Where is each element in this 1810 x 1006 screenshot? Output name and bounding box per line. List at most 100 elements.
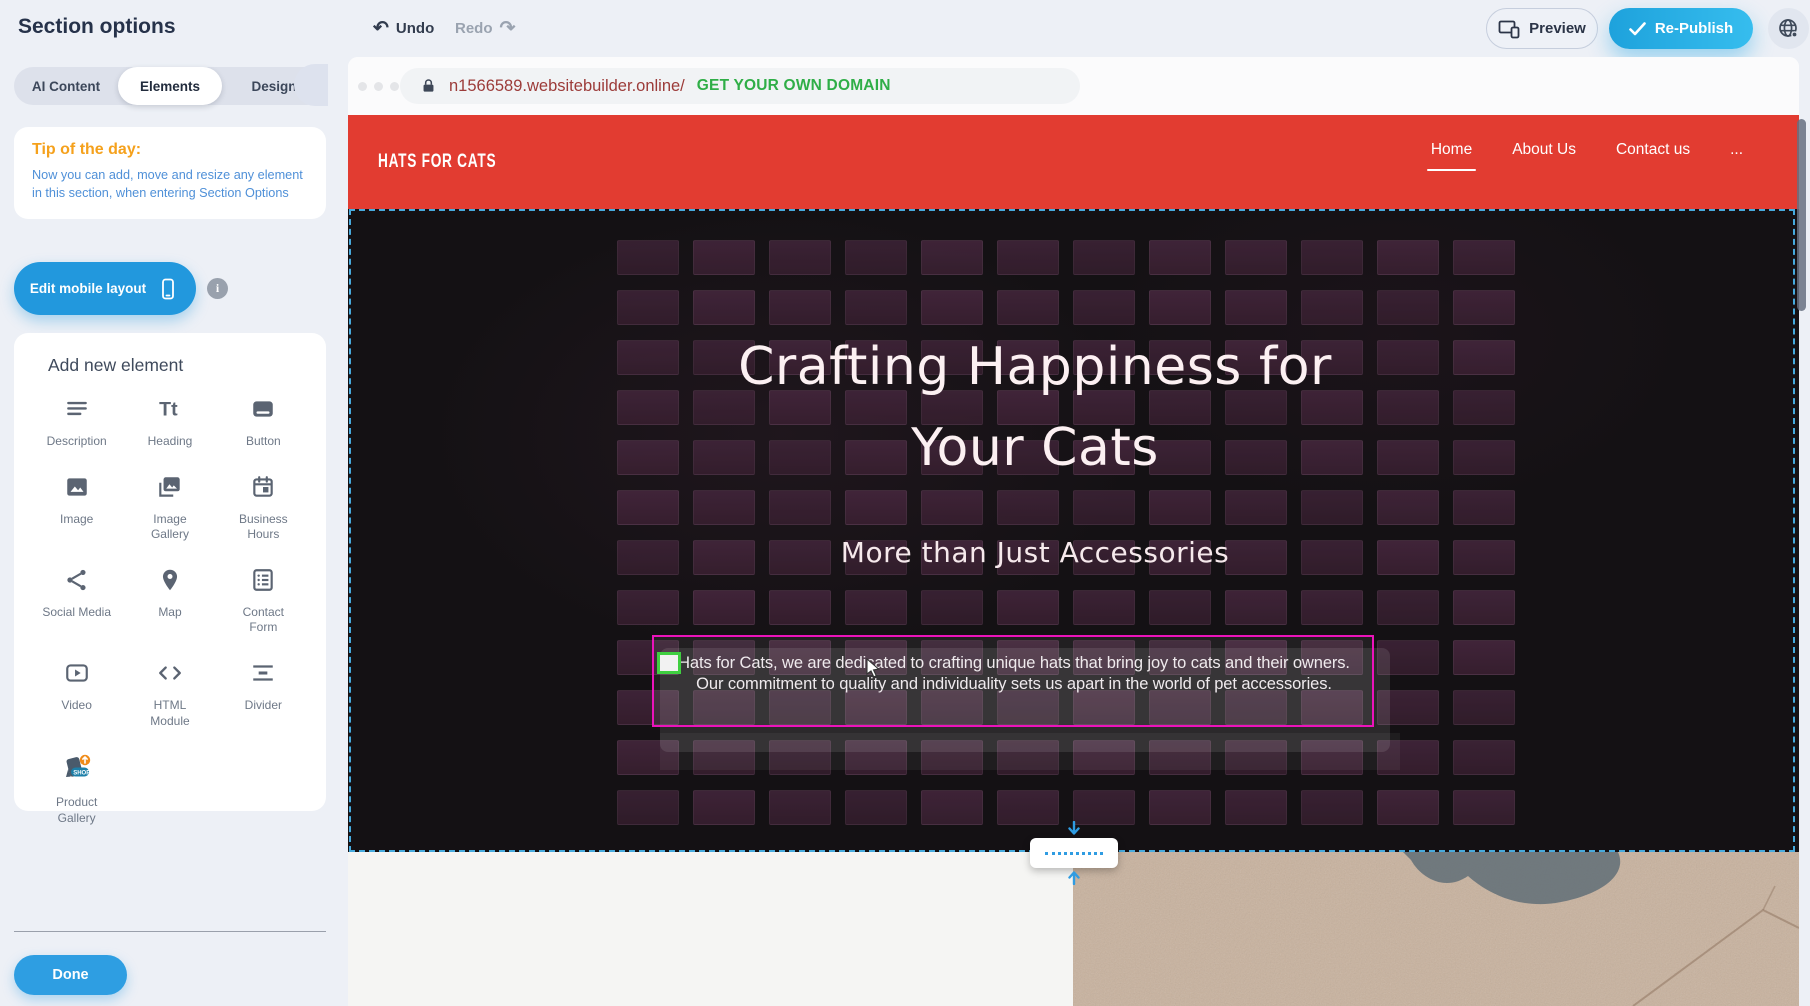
wall-tile [693, 790, 755, 825]
add-element-product-gallery[interactable]: SHOP Product Gallery [32, 753, 121, 826]
wall-tile [1377, 790, 1439, 825]
nav-home[interactable]: Home [1431, 141, 1472, 171]
add-element-contact-form[interactable]: Contact Form [219, 567, 308, 636]
divider-icon [250, 660, 276, 691]
add-element-social-media[interactable]: Social Media [32, 567, 121, 636]
wall-tile [1073, 790, 1135, 825]
wall-tile [769, 240, 831, 275]
wall-tile [769, 790, 831, 825]
wall-tile [1453, 790, 1515, 825]
nav-more[interactable]: ... [1730, 141, 1743, 171]
wall-tile [1453, 340, 1515, 375]
wall-tile [1453, 590, 1515, 625]
devices-icon [1498, 19, 1520, 39]
add-element-business-hours[interactable]: Business Hours [219, 474, 308, 543]
wall-tile [845, 490, 907, 525]
republish-label: Re-Publish [1655, 20, 1733, 37]
section-resize-handle[interactable] [1030, 838, 1118, 868]
scrollbar-thumb[interactable] [1797, 119, 1806, 311]
section-options-panel: Section options AI ContentElementsDesign… [0, 0, 348, 1006]
wall-tile [1225, 290, 1287, 325]
element-label: Image Gallery [134, 512, 206, 543]
add-element-video[interactable]: Video [32, 660, 121, 729]
language-globe-button[interactable] [1768, 8, 1809, 49]
redo-button[interactable]: Redo ↷ [455, 14, 515, 42]
undo-button[interactable]: ↶ Undo [373, 14, 434, 42]
add-element-image[interactable]: Image [32, 474, 121, 543]
globe-icon [1777, 17, 1801, 41]
element-label: Social Media [42, 605, 111, 621]
add-element-map[interactable]: Map [125, 567, 214, 636]
wall-tile [921, 590, 983, 625]
hero-heading[interactable]: Crafting Happiness forYour Cats [685, 327, 1385, 489]
element-label: Product Gallery [41, 795, 113, 826]
site-header: HATS FOR CATS Home About Us Contact us... [348, 115, 1799, 209]
wall-tile [1225, 240, 1287, 275]
site-url: n1566589.websitebuilder.online/ [449, 77, 685, 96]
wall-tile [693, 240, 755, 275]
wall-tile [1073, 240, 1135, 275]
hero-subheading[interactable]: More than Just Accessories [685, 536, 1385, 569]
wall-tile [1073, 590, 1135, 625]
element-label: HTML Module [134, 698, 206, 729]
edit-mobile-label: Edit mobile layout [30, 281, 146, 296]
next-section-white[interactable] [348, 852, 1073, 1006]
edit-mobile-layout-button[interactable]: Edit mobile layout [14, 262, 196, 315]
element-label: Image [60, 512, 93, 528]
wall-tile [1225, 790, 1287, 825]
image-icon [64, 474, 90, 505]
hero-paragraph[interactable]: Hats for Cats, we are dedicated to craft… [664, 653, 1364, 695]
wall-tile [617, 790, 679, 825]
wall-tile [1073, 490, 1135, 525]
tab-ai-content[interactable]: AI Content [14, 67, 118, 105]
add-element-button[interactable]: Button [219, 396, 308, 450]
wall-tile [617, 440, 679, 475]
wall-tile [617, 590, 679, 625]
product-gallery-icon: SHOP [60, 753, 94, 788]
done-button[interactable]: Done [14, 955, 127, 995]
preview-button[interactable]: Preview [1486, 8, 1598, 49]
add-element-heading[interactable]: TtHeading [125, 396, 214, 450]
nav-contact-us[interactable]: Contact us [1616, 141, 1690, 171]
add-element-html-module[interactable]: HTML Module [125, 660, 214, 729]
next-section-image[interactable] [1073, 852, 1799, 1006]
wall-tile [769, 290, 831, 325]
hero-section[interactable]: Crafting Happiness forYour Cats More tha… [348, 209, 1799, 852]
add-element-divider[interactable]: Divider [219, 660, 308, 729]
address-bar[interactable]: n1566589.websitebuilder.online/ GET YOUR… [400, 68, 1080, 104]
add-element-image-gallery[interactable]: Image Gallery [125, 474, 214, 543]
tabs: AI ContentElementsDesign [14, 67, 326, 105]
window-dots [358, 82, 399, 91]
panel-title: Section options [18, 15, 176, 39]
lock-icon [420, 76, 437, 96]
wall-tile [1225, 590, 1287, 625]
contact-form-icon [250, 567, 276, 598]
wall-tile [1301, 240, 1363, 275]
svg-text:SHOP: SHOP [73, 770, 90, 776]
pavement-photo [1073, 852, 1799, 1006]
tab-elements[interactable]: Elements [118, 67, 222, 105]
selected-text-element[interactable]: Hats for Cats, we are dedicated to craft… [652, 635, 1374, 727]
wall-tile [921, 240, 983, 275]
add-element-description[interactable]: Description [32, 396, 121, 450]
wall-tile [617, 240, 679, 275]
site-nav: Home About Us Contact us... [1431, 141, 1743, 171]
republish-button[interactable]: Re-Publish [1609, 8, 1753, 49]
site-logo[interactable]: HATS FOR CATS [378, 151, 496, 173]
dotted-guide [1045, 852, 1103, 855]
check-icon [1629, 22, 1646, 36]
html-module-icon [157, 660, 183, 691]
get-domain-link[interactable]: GET YOUR OWN DOMAIN [697, 77, 891, 95]
undo-label: Undo [396, 20, 434, 37]
redo-label: Redo [455, 20, 493, 37]
wall-tile [1453, 540, 1515, 575]
wall-tile [1301, 290, 1363, 325]
wall-tile [1149, 590, 1211, 625]
nav-about-us[interactable]: About Us [1512, 141, 1576, 171]
element-label: Button [246, 434, 281, 450]
social-media-icon [64, 567, 90, 598]
image-gallery-icon [156, 474, 184, 505]
element-drag-handle[interactable] [657, 652, 681, 674]
tip-title: Tip of the day: [32, 141, 308, 159]
info-icon[interactable]: i [207, 278, 228, 299]
